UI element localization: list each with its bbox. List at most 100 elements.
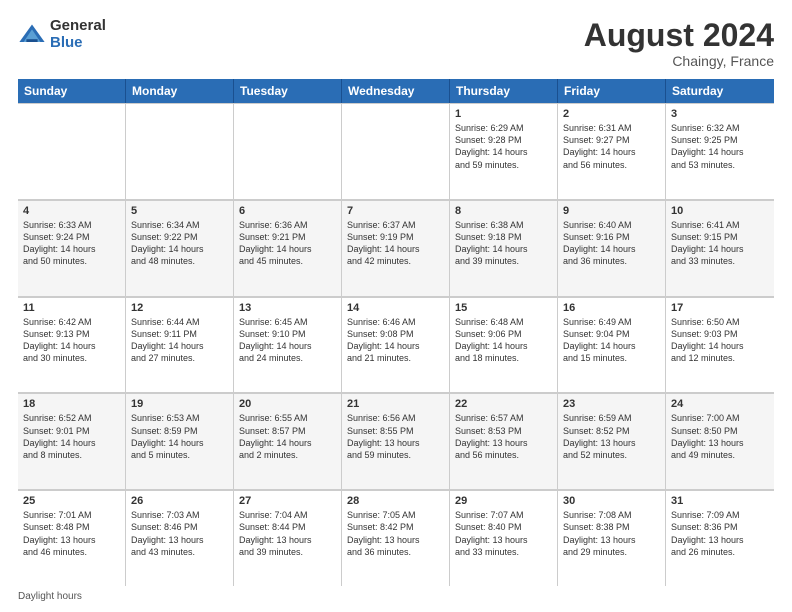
day-number: 20	[239, 398, 336, 410]
day-info: Sunrise: 7:05 AM Sunset: 8:42 PM Dayligh…	[347, 509, 444, 558]
day-info: Sunrise: 6:55 AM Sunset: 8:57 PM Dayligh…	[239, 412, 336, 461]
cal-header-day: Saturday	[666, 79, 774, 103]
cal-day-cell: 2 Sunrise: 6:31 AM Sunset: 9:27 PM Daylig…	[558, 103, 666, 199]
cal-day-cell: 16Sunrise: 6:49 AM Sunset: 9:04 PM Dayli…	[558, 297, 666, 393]
cal-empty-cell	[126, 103, 234, 199]
day-number: 4	[23, 205, 120, 217]
cal-day-cell: 26 Sunrise: 7:03 AM Sunset: 8:46 PM Dayli…	[126, 490, 234, 586]
day-info: Sunrise: 6:36 AM Sunset: 9:21 PM Dayligh…	[239, 219, 336, 268]
day-number: 17	[671, 302, 769, 314]
day-info: Sunrise: 7:03 AM Sunset: 8:46 PM Dayligh…	[131, 509, 228, 558]
day-info: Sunrise: 6:32 AM Sunset: 9:25 PM Dayligh…	[671, 122, 769, 171]
day-number: 23	[563, 398, 660, 410]
day-info: Sunrise: 6:29 AM Sunset: 9:28 PM Dayligh…	[455, 122, 552, 171]
cal-day-cell: 4 Sunrise: 6:33 AM Sunset: 9:24 PM Daylig…	[18, 200, 126, 296]
day-number: 10	[671, 205, 769, 217]
day-number: 11	[23, 302, 120, 314]
cal-day-cell: 20 Sunrise: 6:55 AM Sunset: 8:57 PM Dayli…	[234, 393, 342, 489]
day-info: Sunrise: 6:41 AM Sunset: 9:15 PM Dayligh…	[671, 219, 769, 268]
day-info: Sunrise: 6:45 AM Sunset: 9:10 PM Dayligh…	[239, 316, 336, 365]
cal-day-cell: 15 Sunrise: 6:48 AM Sunset: 9:06 PM Dayli…	[450, 297, 558, 393]
cal-day-cell: 8Sunrise: 6:38 AM Sunset: 9:18 PM Daylig…	[450, 200, 558, 296]
day-info: Sunrise: 6:59 AM Sunset: 8:52 PM Dayligh…	[563, 412, 660, 461]
calendar: SundayMondayTuesdayWednesdayThursdayFrid…	[18, 79, 774, 586]
day-number: 31	[671, 495, 769, 507]
footer-note: Daylight hours	[18, 591, 774, 602]
logo-blue-label: Blue	[50, 35, 106, 52]
cal-day-cell: 12 Sunrise: 6:44 AM Sunset: 9:11 PM Dayli…	[126, 297, 234, 393]
day-number: 9	[563, 205, 660, 217]
logo: General Blue	[18, 18, 106, 51]
day-number: 19	[131, 398, 228, 410]
cal-empty-cell	[342, 103, 450, 199]
cal-empty-cell	[234, 103, 342, 199]
cal-day-cell: 24 Sunrise: 7:00 AM Sunset: 8:50 PM Dayli…	[666, 393, 774, 489]
title-area: August 2024 Chaingy, France	[584, 18, 774, 69]
cal-week-row: 4 Sunrise: 6:33 AM Sunset: 9:24 PM Daylig…	[18, 200, 774, 297]
day-number: 28	[347, 495, 444, 507]
logo-general-label: General	[50, 18, 106, 35]
day-number: 12	[131, 302, 228, 314]
day-info: Sunrise: 7:07 AM Sunset: 8:40 PM Dayligh…	[455, 509, 552, 558]
cal-day-cell: 5 Sunrise: 6:34 AM Sunset: 9:22 PM Daylig…	[126, 200, 234, 296]
calendar-body: 1 Sunrise: 6:29 AM Sunset: 9:28 PM Daylig…	[18, 103, 774, 586]
location: Chaingy, France	[584, 53, 774, 69]
logo-icon	[18, 21, 46, 49]
cal-day-cell: 21 Sunrise: 6:56 AM Sunset: 8:55 PM Dayli…	[342, 393, 450, 489]
cal-empty-cell	[18, 103, 126, 199]
cal-day-cell: 27Sunrise: 7:04 AM Sunset: 8:44 PM Dayli…	[234, 490, 342, 586]
page: General Blue August 2024 Chaingy, France…	[0, 0, 792, 612]
day-number: 24	[671, 398, 769, 410]
day-info: Sunrise: 6:44 AM Sunset: 9:11 PM Dayligh…	[131, 316, 228, 365]
day-info: Sunrise: 6:57 AM Sunset: 8:53 PM Dayligh…	[455, 412, 552, 461]
cal-day-cell: 7 Sunrise: 6:37 AM Sunset: 9:19 PM Daylig…	[342, 200, 450, 296]
cal-day-cell: 31 Sunrise: 7:09 AM Sunset: 8:36 PM Dayli…	[666, 490, 774, 586]
day-info: Sunrise: 6:42 AM Sunset: 9:13 PM Dayligh…	[23, 316, 120, 365]
day-info: Sunrise: 6:37 AM Sunset: 9:19 PM Dayligh…	[347, 219, 444, 268]
calendar-header: SundayMondayTuesdayWednesdayThursdayFrid…	[18, 79, 774, 103]
cal-day-cell: 14Sunrise: 6:46 AM Sunset: 9:08 PM Dayli…	[342, 297, 450, 393]
day-info: Sunrise: 6:31 AM Sunset: 9:27 PM Dayligh…	[563, 122, 660, 171]
month-title: August 2024	[584, 18, 774, 53]
day-number: 21	[347, 398, 444, 410]
day-info: Sunrise: 6:49 AM Sunset: 9:04 PM Dayligh…	[563, 316, 660, 365]
day-number: 22	[455, 398, 552, 410]
cal-header-day: Tuesday	[234, 79, 342, 103]
day-number: 2	[563, 108, 660, 120]
logo-text: General Blue	[50, 18, 106, 51]
day-number: 3	[671, 108, 769, 120]
cal-week-row: 1 Sunrise: 6:29 AM Sunset: 9:28 PM Daylig…	[18, 103, 774, 200]
day-number: 29	[455, 495, 552, 507]
cal-day-cell: 22 Sunrise: 6:57 AM Sunset: 8:53 PM Dayli…	[450, 393, 558, 489]
day-number: 26	[131, 495, 228, 507]
day-number: 13	[239, 302, 336, 314]
day-info: Sunrise: 6:56 AM Sunset: 8:55 PM Dayligh…	[347, 412, 444, 461]
day-info: Sunrise: 6:46 AM Sunset: 9:08 PM Dayligh…	[347, 316, 444, 365]
day-info: Sunrise: 6:48 AM Sunset: 9:06 PM Dayligh…	[455, 316, 552, 365]
cal-week-row: 25Sunrise: 7:01 AM Sunset: 8:48 PM Dayli…	[18, 490, 774, 586]
cal-day-cell: 13 Sunrise: 6:45 AM Sunset: 9:10 PM Dayli…	[234, 297, 342, 393]
cal-day-cell: 9 Sunrise: 6:40 AM Sunset: 9:16 PM Daylig…	[558, 200, 666, 296]
cal-day-cell: 30Sunrise: 7:08 AM Sunset: 8:38 PM Dayli…	[558, 490, 666, 586]
day-info: Sunrise: 6:40 AM Sunset: 9:16 PM Dayligh…	[563, 219, 660, 268]
cal-header-day: Monday	[126, 79, 234, 103]
day-info: Sunrise: 6:38 AM Sunset: 9:18 PM Dayligh…	[455, 219, 552, 268]
cal-day-cell: 19Sunrise: 6:53 AM Sunset: 8:59 PM Dayli…	[126, 393, 234, 489]
day-number: 1	[455, 108, 552, 120]
day-number: 6	[239, 205, 336, 217]
day-number: 15	[455, 302, 552, 314]
day-info: Sunrise: 6:34 AM Sunset: 9:22 PM Dayligh…	[131, 219, 228, 268]
cal-day-cell: 3 Sunrise: 6:32 AM Sunset: 9:25 PM Daylig…	[666, 103, 774, 199]
cal-header-day: Sunday	[18, 79, 126, 103]
cal-day-cell: 18Sunrise: 6:52 AM Sunset: 9:01 PM Dayli…	[18, 393, 126, 489]
day-info: Sunrise: 6:33 AM Sunset: 9:24 PM Dayligh…	[23, 219, 120, 268]
cal-header-day: Wednesday	[342, 79, 450, 103]
cal-day-cell: 23 Sunrise: 6:59 AM Sunset: 8:52 PM Dayli…	[558, 393, 666, 489]
day-info: Sunrise: 7:09 AM Sunset: 8:36 PM Dayligh…	[671, 509, 769, 558]
day-number: 18	[23, 398, 120, 410]
day-info: Sunrise: 6:50 AM Sunset: 9:03 PM Dayligh…	[671, 316, 769, 365]
day-number: 7	[347, 205, 444, 217]
day-info: Sunrise: 7:00 AM Sunset: 8:50 PM Dayligh…	[671, 412, 769, 461]
day-number: 5	[131, 205, 228, 217]
day-info: Sunrise: 7:04 AM Sunset: 8:44 PM Dayligh…	[239, 509, 336, 558]
